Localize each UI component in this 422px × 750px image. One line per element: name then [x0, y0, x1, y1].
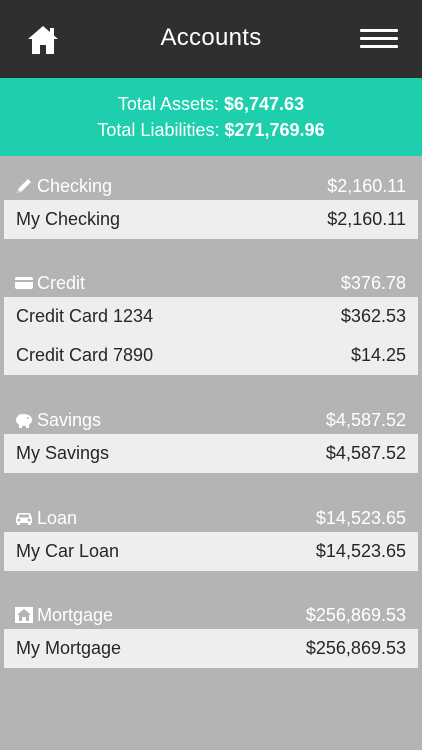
hamburger-line — [360, 37, 398, 40]
totals-banner: Total Assets: $6,747.63 Total Liabilitie… — [0, 78, 422, 156]
house-icon — [15, 607, 33, 623]
total-liabilities-value: $271,769.96 — [224, 120, 325, 140]
group-header-loan[interactable]: Loan $14,523.65 — [0, 506, 422, 532]
group-header-credit[interactable]: Credit $376.78 — [0, 271, 422, 297]
account-row[interactable]: Credit Card 7890 $14.25 — [4, 336, 418, 375]
menu-button[interactable] — [360, 29, 398, 51]
account-balance: $14,523.65 — [315, 541, 406, 561]
account-row[interactable]: My Checking $2,160.11 — [4, 200, 418, 239]
total-liabilities: Total Liabilities: $271,769.96 — [0, 120, 422, 141]
group-name: Mortgage — [37, 605, 114, 625]
hamburger-line — [360, 29, 398, 32]
account-list-checking: My Checking $2,160.11 — [4, 200, 418, 239]
hamburger-line — [360, 45, 398, 48]
account-name: Credit Card 1234 — [16, 306, 154, 326]
piggy-bank-icon — [16, 414, 32, 428]
total-assets-label: Total Assets: — [117, 94, 219, 114]
account-name: My Checking — [16, 209, 121, 229]
pencil-icon — [17, 179, 31, 193]
page-title: Accounts — [160, 24, 262, 51]
total-assets-value: $6,747.63 — [224, 94, 305, 114]
account-list-credit: Credit Card 1234 $362.53 Credit Card 789… — [4, 297, 418, 375]
group-total: $4,587.52 — [325, 410, 406, 430]
account-name: Credit Card 7890 — [16, 345, 154, 365]
account-name: My Mortgage — [16, 638, 122, 658]
car-icon — [16, 513, 32, 525]
top-bar: Accounts — [0, 0, 422, 78]
group-header-savings[interactable]: Savings $4,587.52 — [0, 408, 422, 434]
account-balance: $4,587.52 — [325, 443, 406, 463]
account-name: My Savings — [16, 443, 110, 463]
account-list-loan: My Car Loan $14,523.65 — [4, 532, 418, 571]
account-row[interactable]: My Car Loan $14,523.65 — [4, 532, 418, 571]
group-name: Credit — [37, 273, 86, 293]
account-name: My Car Loan — [16, 541, 120, 561]
group-total: $2,160.11 — [327, 176, 406, 196]
credit-card-icon — [15, 277, 33, 289]
account-row[interactable]: Credit Card 1234 $362.53 — [4, 297, 418, 336]
group-total: $14,523.65 — [315, 508, 406, 528]
group-header-mortgage[interactable]: Mortgage $256,869.53 — [0, 603, 422, 629]
group-name: Savings — [37, 410, 102, 430]
group-header-checking[interactable]: Checking $2,160.11 — [0, 174, 422, 200]
account-list-savings: My Savings $4,587.52 — [4, 434, 418, 473]
total-assets: Total Assets: $6,747.63 — [0, 94, 422, 115]
group-name: Loan — [37, 508, 78, 528]
account-list-mortgage: My Mortgage $256,869.53 — [4, 629, 418, 668]
group-name: Checking — [37, 176, 113, 196]
total-liabilities-label: Total Liabilities: — [97, 120, 220, 140]
account-balance: $256,869.53 — [305, 638, 406, 658]
account-balance: $2,160.11 — [327, 209, 406, 229]
account-balance: $14.25 — [350, 345, 406, 365]
account-row[interactable]: My Savings $4,587.52 — [4, 434, 418, 473]
account-row[interactable]: My Mortgage $256,869.53 — [4, 629, 418, 668]
group-total: $376.78 — [340, 273, 406, 293]
account-balance: $362.53 — [340, 306, 406, 326]
group-total: $256,869.53 — [305, 605, 406, 625]
